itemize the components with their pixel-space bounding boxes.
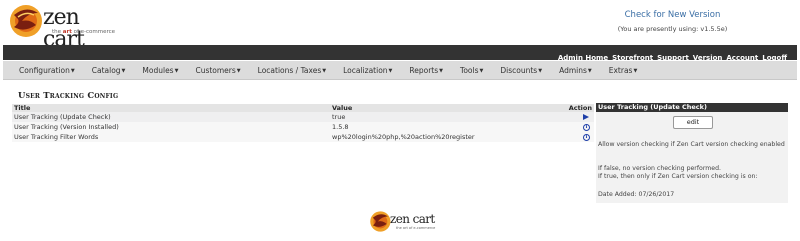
current-version-note: (You are presently using: v1.5.5e) <box>617 25 728 33</box>
menu-locations-taxes[interactable]: Locations / Taxes▼ <box>258 66 326 75</box>
menu-extras[interactable]: Extras▼ <box>609 66 638 75</box>
zen-cart-logo[interactable]: zen cart the art of e-commerce <box>8 3 118 51</box>
row-title: User Tracking Filter Words <box>12 132 330 142</box>
main-menu: Configuration▼ Catalog▼ Modules▼ Custome… <box>3 61 797 80</box>
table-row[interactable]: User Tracking Filter Words wp%20login%20… <box>12 132 594 142</box>
menu-reports[interactable]: Reports▼ <box>409 66 443 75</box>
info-box-header: User Tracking (Update Check) <box>596 103 788 112</box>
menu-modules[interactable]: Modules▼ <box>142 66 178 75</box>
table-row[interactable]: User Tracking (Update Check) true <box>12 112 594 122</box>
row-title: User Tracking (Version Installed) <box>12 122 330 132</box>
caret-down-icon: ▼ <box>174 67 179 74</box>
menu-configuration[interactable]: Configuration▼ <box>19 66 75 75</box>
row-value: wp%20login%20php,%20action%20register <box>330 132 550 142</box>
menu-tools[interactable]: Tools▼ <box>460 66 483 75</box>
swirl-logo-icon <box>10 5 42 37</box>
info-date-added: Date Added: 07/26/2017 <box>598 191 675 198</box>
caret-down-icon: ▼ <box>538 67 543 74</box>
arrow-right-icon[interactable] <box>583 114 589 120</box>
caret-down-icon: ▼ <box>388 67 393 74</box>
column-header-action: Action <box>550 104 594 112</box>
menu-discounts[interactable]: Discounts▼ <box>500 66 542 75</box>
caret-down-icon: ▼ <box>439 67 444 74</box>
caret-down-icon: ▼ <box>633 67 638 74</box>
row-action[interactable] <box>550 112 594 122</box>
caret-down-icon: ▼ <box>121 67 126 74</box>
menu-catalog[interactable]: Catalog▼ <box>92 66 126 75</box>
caret-down-icon: ▼ <box>587 67 592 74</box>
info-icon[interactable]: i <box>583 133 590 141</box>
admin-bar: Admin Home Storefront Support Version Accoun… <box>3 45 797 62</box>
table-row[interactable]: User Tracking (Version Installed) 1.5.8 … <box>12 122 594 132</box>
column-header-value: Value <box>330 104 550 112</box>
caret-down-icon: ▼ <box>70 67 75 74</box>
info-box: User Tracking (Update Check) edit Allow … <box>596 103 788 203</box>
config-table: Title Value Action User Tracking (Update… <box>12 104 594 142</box>
column-header-title: Title <box>12 104 330 112</box>
page-title: User Tracking Config <box>18 91 119 101</box>
info-icon[interactable]: i <box>583 123 590 131</box>
caret-down-icon: ▼ <box>479 67 484 74</box>
menu-localization[interactable]: Localization▼ <box>343 66 392 75</box>
row-value: true <box>330 112 550 122</box>
version-box: Check for New Version (You are presently… <box>560 10 785 33</box>
caret-down-icon: ▼ <box>236 67 241 74</box>
footer-logo[interactable]: zen cart the art of e-commerce <box>369 210 435 234</box>
menu-admins[interactable]: Admins▼ <box>559 66 592 75</box>
footer-tagline: the art of e-commerce <box>396 226 436 230</box>
menu-customers[interactable]: Customers▼ <box>195 66 240 75</box>
info-details: If false, no version checking performed.… <box>598 165 758 180</box>
caret-down-icon: ▼ <box>322 67 327 74</box>
info-description: Allow version checking if Zen Cart versi… <box>598 141 785 148</box>
footer-logo-text: zen cart <box>390 212 435 226</box>
table-header-row: Title Value Action <box>12 104 594 112</box>
row-action[interactable]: i <box>550 122 594 132</box>
row-title: User Tracking (Update Check) <box>12 112 330 122</box>
row-value: 1.5.8 <box>330 122 550 132</box>
edit-button[interactable]: edit <box>673 116 713 129</box>
check-version-link[interactable]: Check for New Version <box>560 10 785 20</box>
row-action[interactable]: i <box>550 132 594 142</box>
logo-tagline: the art of e-commerce <box>52 29 116 35</box>
